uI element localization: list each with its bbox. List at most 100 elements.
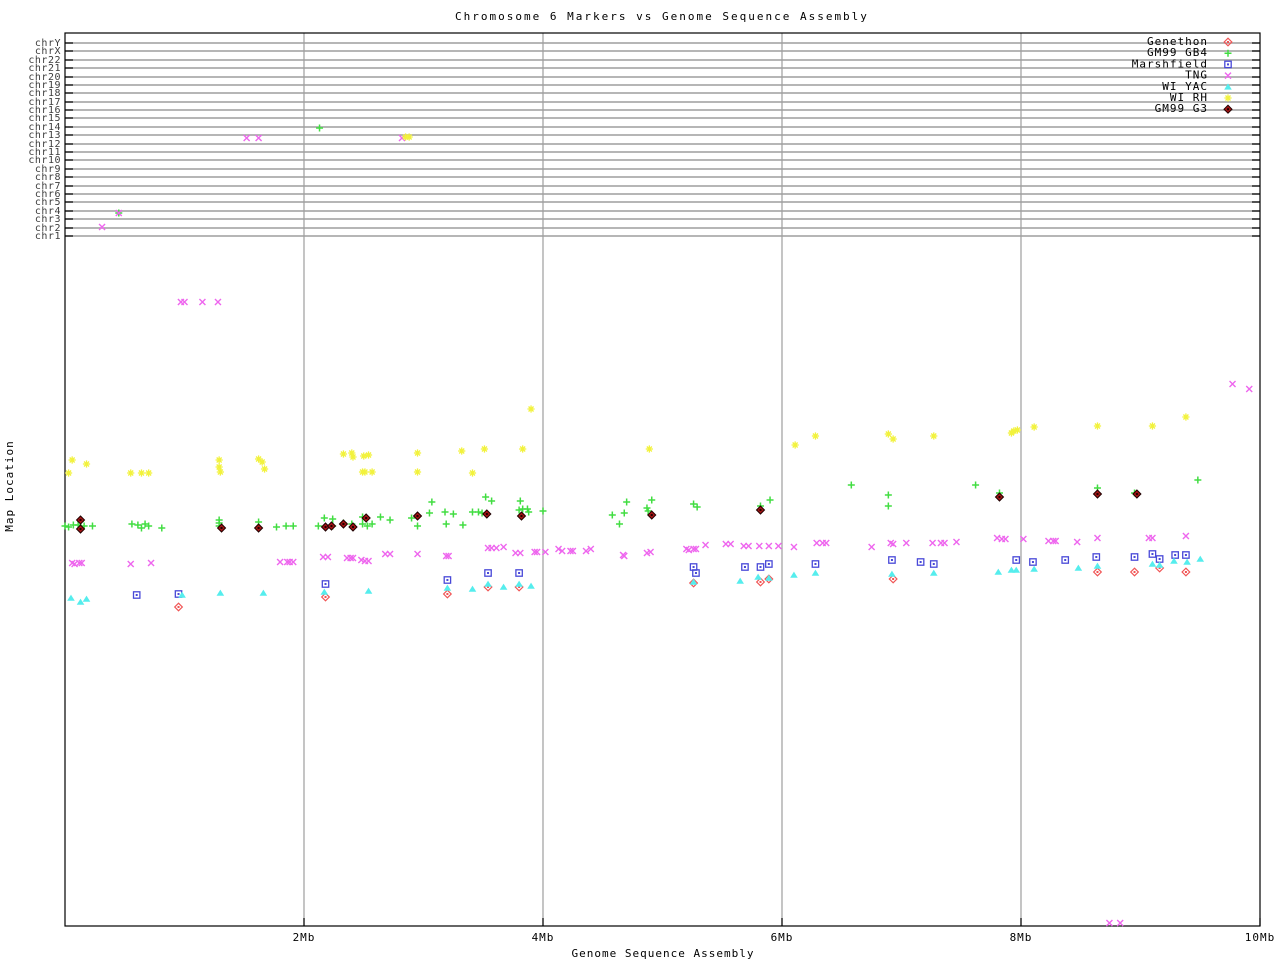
data-point <box>468 585 477 592</box>
data-point <box>260 465 269 473</box>
data-point <box>645 445 653 453</box>
data-point <box>181 298 188 306</box>
data-point <box>884 491 892 499</box>
data-point <box>127 560 135 568</box>
data-point <box>539 507 547 515</box>
data-point-dot <box>324 596 327 598</box>
data-point-dot <box>1135 493 1138 495</box>
data-point-dot <box>324 583 327 585</box>
data-point <box>1194 476 1202 484</box>
data-point-dot <box>487 572 490 574</box>
data-point-dot <box>1227 41 1229 43</box>
data-point <box>329 515 337 523</box>
data-point-dot <box>416 515 419 517</box>
legend: GenethonGM99 GB4MarshfieldTNGWI YACWI RH… <box>1132 35 1233 115</box>
series-marshfield <box>132 550 1190 599</box>
legend-label: GM99 G3 <box>1155 102 1208 115</box>
data-point <box>364 587 373 594</box>
data-point <box>413 449 422 457</box>
data-point <box>428 498 436 506</box>
data-point <box>884 502 892 510</box>
data-point <box>1183 558 1191 565</box>
data-point <box>499 583 508 590</box>
data-point-dot <box>257 527 260 529</box>
data-point <box>441 508 449 516</box>
data-point <box>620 509 628 517</box>
x-tick-label: 2Mb <box>293 931 316 944</box>
data-point-dot <box>892 578 895 580</box>
data-point <box>320 588 329 595</box>
data-point <box>425 509 433 517</box>
data-point-dot <box>759 566 762 568</box>
screenshot-root: chrY chrX chr22 chr21 chr20 chr19 chr18 chr17 ch… <box>0 0 1280 960</box>
data-point <box>1245 385 1253 393</box>
data-point <box>929 539 937 547</box>
data-point <box>516 549 524 557</box>
data-point <box>1012 566 1021 573</box>
data-point <box>474 508 482 516</box>
chromosome-label: chr1 <box>35 231 61 242</box>
data-point <box>215 463 223 471</box>
data-point <box>449 510 457 518</box>
data-point-dot <box>485 513 488 515</box>
data-point-dot <box>1095 556 1098 558</box>
data-point <box>320 514 328 522</box>
data-point <box>368 468 376 476</box>
data-point <box>127 469 135 477</box>
data-point-dot <box>520 515 523 517</box>
data-point-dot <box>330 525 333 527</box>
data-point <box>608 511 616 519</box>
data-point <box>929 569 938 576</box>
data-point-dot <box>79 528 82 530</box>
data-point <box>527 582 535 589</box>
x-tick-label: 10Mb <box>1245 931 1276 944</box>
data-point <box>68 456 76 464</box>
data-point <box>1116 919 1124 927</box>
data-point-dot <box>351 526 354 528</box>
data-point <box>158 524 166 532</box>
data-point-dot <box>932 563 935 565</box>
data-point <box>1073 538 1081 546</box>
data-point <box>727 540 735 548</box>
data-point <box>316 124 324 132</box>
data-point-dot <box>446 579 449 581</box>
data-point <box>259 589 268 596</box>
data-point <box>61 522 69 530</box>
data-point <box>137 469 146 477</box>
data-point <box>282 522 290 530</box>
data-point-dot <box>1151 553 1154 555</box>
data-point-dot <box>743 566 746 568</box>
legend-marker <box>1223 37 1233 47</box>
data-point <box>1093 534 1101 542</box>
data-point <box>145 469 153 477</box>
data-point <box>994 568 1003 575</box>
data-point <box>386 550 394 558</box>
data-point-dot <box>650 514 653 516</box>
data-point <box>386 516 394 524</box>
data-point <box>623 498 631 506</box>
data-point-dot <box>1133 556 1136 558</box>
data-point <box>216 468 224 476</box>
data-point-dot <box>919 561 922 563</box>
data-point <box>468 469 477 477</box>
data-point <box>289 558 297 566</box>
data-point <box>1093 562 1102 569</box>
data-point <box>442 520 450 528</box>
x-axis-label: Genome Sequence Assembly <box>572 947 755 960</box>
data-point-dot <box>1096 571 1099 573</box>
data-point <box>1093 422 1102 430</box>
data-point <box>847 481 855 489</box>
data-point-dot <box>890 559 893 561</box>
data-point <box>1182 413 1190 421</box>
data-point <box>413 468 422 476</box>
data-point <box>930 432 938 440</box>
data-point-dot <box>759 581 762 583</box>
data-point <box>755 542 763 550</box>
data-point <box>774 542 782 550</box>
data-point <box>314 522 322 530</box>
data-point-dot <box>1031 561 1034 563</box>
data-point-dot <box>177 593 180 595</box>
data-point-dot <box>1015 559 1018 561</box>
data-point <box>273 523 281 531</box>
data-point-dot <box>998 496 1001 498</box>
